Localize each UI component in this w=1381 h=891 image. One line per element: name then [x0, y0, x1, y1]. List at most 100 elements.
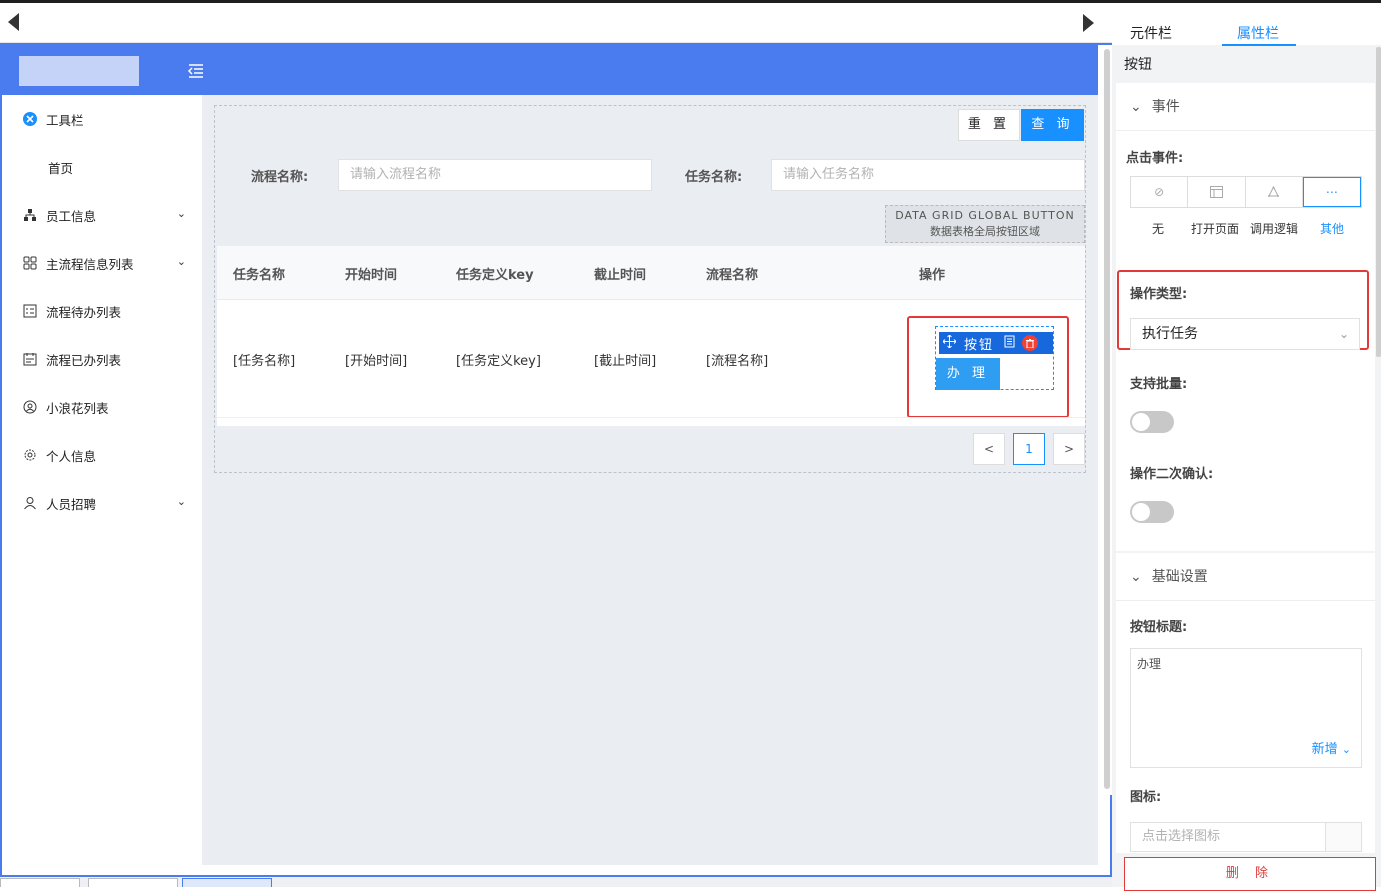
global-button-area[interactable]: DATA GRID GLOBAL BUTTON 数据表格全局按钮区域 [885, 205, 1085, 243]
op-type-value: 执行任务 [1142, 326, 1198, 342]
button-title-value: 办理 [1137, 657, 1162, 671]
icon-placeholder: 点击选择图标 [1142, 829, 1221, 844]
delete-button[interactable]: 删 除 [1124, 857, 1376, 891]
checklist-icon [22, 303, 38, 319]
main-content: 重 置 查 询 流程名称: 请输入流程名称 任务名称: 请输入任务名称 DATA… [202, 95, 1098, 865]
event-call-logic-option[interactable] [1246, 177, 1303, 207]
person-icon [22, 495, 38, 511]
page-tab[interactable] [88, 878, 178, 887]
icon-label: 图标: [1130, 790, 1162, 805]
scrollbar-thumb[interactable] [1104, 49, 1110, 789]
logo-placeholder [19, 56, 139, 86]
icon-picker-addon[interactable] [1325, 823, 1361, 851]
canvas-scrollbar[interactable] [1102, 45, 1112, 795]
icon-select-input[interactable]: 点击选择图标 [1130, 822, 1362, 852]
chevron-down-icon: ⌄ [176, 495, 186, 508]
table-cell: [流程名称] [706, 354, 769, 369]
selected-button-label: 按钮 [964, 337, 995, 353]
event-option-label: 无 [1152, 222, 1165, 236]
table-cell: [任务定义key] [456, 354, 541, 369]
table-cell: [开始时间] [345, 354, 408, 369]
query-button[interactable]: 查 询 [1021, 109, 1084, 141]
more-icon: ⋯ [1325, 185, 1338, 199]
data-table: 任务名称 开始时间 任务定义key 截止时间 流程名称 操作 [任务名称] [开… [217, 246, 1085, 426]
sidebar-item-label: 员工信息 [46, 208, 97, 224]
button-title-label: 按钮标题: [1130, 620, 1188, 635]
toggle-knob [1132, 503, 1150, 521]
sidebar-item-todo-list[interactable]: 流程待办列表 [2, 287, 202, 335]
event-none-option[interactable]: ⊘ [1131, 177, 1189, 207]
component-title: 按钮 [1124, 57, 1152, 73]
scroll-right-arrow-icon[interactable] [1083, 14, 1094, 32]
flow-name-input[interactable]: 请输入流程名称 [338, 159, 652, 191]
sidebar-item-wave-list[interactable]: 小浪花列表 [2, 383, 202, 431]
add-link-label: 新增 [1311, 742, 1338, 757]
confirm-toggle[interactable] [1130, 501, 1174, 523]
active-tab-underline [1222, 44, 1296, 46]
sidebar-item-toolbar[interactable]: 工具栏 [2, 95, 202, 143]
column-header: 任务定义key [456, 268, 534, 283]
sidebar-item-label: 主流程信息列表 [46, 256, 134, 272]
handle-button[interactable]: 办 理 [936, 358, 1000, 390]
table-cell: [截止时间] [594, 354, 657, 369]
chevron-down-icon: ⌄ [176, 207, 186, 220]
reset-button[interactable]: 重 置 [958, 109, 1020, 141]
sidebar-item-label: 首页 [48, 160, 74, 176]
pagination-next[interactable]: > [1053, 433, 1085, 465]
button-title-input[interactable]: 办理 新增 ⌄ [1130, 648, 1362, 768]
sidebar-item-main-flow-list[interactable]: 主流程信息列表 ⌄ [2, 239, 202, 287]
column-header: 开始时间 [345, 268, 398, 283]
sidebar-item-employee-info[interactable]: 员工信息 ⌄ [2, 191, 202, 239]
ban-icon: ⊘ [1154, 185, 1165, 199]
org-icon [22, 207, 38, 223]
events-section-header[interactable]: ⌄ 事件 [1116, 83, 1375, 131]
basic-section-header[interactable]: ⌄ 基础设置 [1116, 553, 1375, 601]
op-type-label: 操作类型: [1130, 287, 1188, 302]
batch-toggle[interactable] [1130, 411, 1174, 433]
pagination-page-1[interactable]: 1 [1013, 433, 1045, 465]
canvas-nav-bar [0, 3, 1112, 43]
grid-icon [22, 255, 38, 271]
panel-tabs: 元件栏 属性栏 [1112, 3, 1381, 46]
tab-components[interactable]: 元件栏 [1130, 23, 1172, 43]
pagination-prev[interactable]: < [973, 433, 1005, 465]
add-link[interactable]: 新增 ⌄ [1312, 738, 1351, 757]
move-icon[interactable] [942, 334, 957, 352]
chevron-down-icon: ⌄ [1341, 743, 1351, 756]
column-header: 流程名称 [706, 268, 759, 283]
sidebar-item-label: 个人信息 [46, 448, 97, 464]
sidebar-item-home[interactable]: 首页 [2, 143, 202, 191]
event-open-page-option[interactable] [1188, 177, 1246, 207]
sidebar-item-label: 人员招聘 [46, 496, 97, 512]
sidebar-item-label: 工具栏 [46, 112, 84, 128]
selected-button-toolbar: 按钮 [939, 332, 1053, 354]
sidebar: 工具栏 首页 员工信息 ⌄ 主流程信息列表 ⌄ 流程待办列表 流程已办列表 小浪… [2, 95, 202, 527]
scroll-left-arrow-icon[interactable] [8, 13, 19, 31]
event-other-option[interactable]: ⋯ [1302, 177, 1361, 207]
app-header [2, 45, 1098, 95]
task-name-input[interactable]: 请输入任务名称 [771, 159, 1085, 191]
event-option-label: 其他 [1320, 222, 1345, 236]
sidebar-item-done-list[interactable]: 流程已办列表 [2, 335, 202, 383]
click-event-options: ⊘ ⋯ [1130, 176, 1362, 208]
confirm-label: 操作二次确认: [1130, 467, 1214, 482]
chevron-down-icon: ⌄ [1130, 99, 1142, 115]
property-panel: 元件栏 属性栏 按钮 ⌄ 事件 点击事件: ⊘ ⋯ 无 打开页面 调用逻辑 其他 … [1112, 3, 1381, 887]
table-cell: [任务名称] [233, 354, 296, 369]
sidebar-item-recruitment[interactable]: 人员招聘 ⌄ [2, 479, 202, 527]
menu-collapse-icon[interactable] [187, 63, 205, 79]
chevron-down-icon: ⌄ [176, 255, 186, 268]
click-event-label: 点击事件: [1126, 151, 1184, 166]
sidebar-item-label: 小浪花列表 [46, 400, 109, 416]
tab-properties[interactable]: 属性栏 [1237, 23, 1279, 43]
chevron-down-icon: ⌄ [1130, 569, 1142, 585]
global-button-area-cn: 数据表格全局按钮区域 [930, 225, 1040, 238]
page-tab-active[interactable] [182, 878, 272, 887]
page-tab[interactable] [0, 878, 80, 887]
copy-icon[interactable] [1004, 335, 1016, 352]
panel-scrollbar[interactable] [1376, 47, 1381, 357]
event-option-label: 调用逻辑 [1250, 222, 1299, 236]
sidebar-item-personal-info[interactable]: 个人信息 [2, 431, 202, 479]
op-type-select[interactable]: 执行任务 ⌄ [1130, 318, 1360, 350]
delete-icon[interactable] [1022, 335, 1039, 351]
